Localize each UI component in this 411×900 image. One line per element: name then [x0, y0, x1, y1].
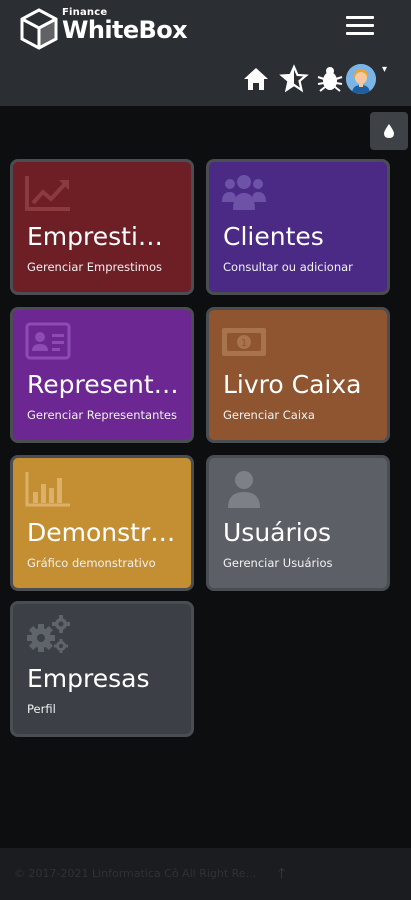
- tile-title: Demonstrativo: [27, 518, 185, 547]
- tile-subtitle: Gerenciar Usuários: [223, 556, 333, 570]
- tile-subtitle: Gerenciar Representantes: [27, 408, 177, 422]
- tile-clientes[interactable]: Clientes Consultar ou adicionar: [206, 159, 390, 295]
- tile-subtitle: Consultar ou adicionar: [223, 260, 353, 274]
- tile-subtitle: Gráfico demonstrativo: [27, 556, 156, 570]
- chart-line-icon: [25, 176, 70, 211]
- tile-livro-caixa[interactable]: 1 Livro Caixa Gerenciar Caixa: [206, 307, 390, 443]
- tile-subtitle: Gerenciar Caixa: [223, 408, 315, 422]
- gears-icon: [27, 615, 70, 653]
- tile-usuarios[interactable]: Usuários Gerenciar Usuários: [206, 455, 390, 591]
- tile-empresas[interactable]: Empresas Perfil: [10, 601, 194, 737]
- tile-emprestimos[interactable]: Emprestimos Gerenciar Emprestimos: [10, 159, 194, 295]
- users-icon: [222, 175, 266, 210]
- tile-demonstrativo[interactable]: Demonstrativo Gráfico demonstrativo: [10, 455, 194, 591]
- tile-title: Clientes: [223, 222, 324, 251]
- bug-icon[interactable]: [315, 64, 345, 94]
- home-icon[interactable]: [241, 64, 271, 94]
- header-actions: ▾: [211, 62, 411, 98]
- header: Finance WhiteBox ▾: [0, 0, 411, 106]
- theme-toggle-button[interactable]: [370, 112, 408, 150]
- cube-logo-icon: [20, 8, 58, 50]
- tile-title: Livro Caixa: [223, 370, 362, 399]
- caret-down-icon[interactable]: ▾: [382, 64, 387, 75]
- logo[interactable]: Finance WhiteBox: [18, 6, 188, 50]
- user-avatar[interactable]: ▾: [346, 64, 387, 96]
- logo-name-text: WhiteBox: [62, 16, 188, 44]
- id-card-icon: [25, 322, 71, 360]
- money-bill-icon: 1: [222, 328, 266, 356]
- tile-subtitle: Perfil: [27, 702, 56, 716]
- droplet-icon: [384, 124, 394, 138]
- avatar: [346, 64, 376, 94]
- arrow-up-icon[interactable]: 🡑: [278, 863, 285, 887]
- tile-representantes[interactable]: Representantes Gerenciar Representantes: [10, 307, 194, 443]
- tile-title: Emprestimos: [27, 222, 185, 251]
- tile-title: Representantes: [27, 370, 185, 399]
- svg-text:1: 1: [241, 338, 247, 349]
- star-half-icon[interactable]: [279, 64, 309, 94]
- footer: © 2017-2021 Linformatica Cô All Right Re…: [0, 848, 411, 900]
- app-root: Finance WhiteBox ▾ Emprestimos Gerenciar…: [0, 0, 411, 900]
- hamburger-icon[interactable]: [346, 16, 374, 38]
- tile-subtitle: Gerenciar Emprestimos: [27, 260, 163, 274]
- copyright-text: © 2017-2021 Linformatica Cô All Right Re…: [14, 867, 257, 880]
- tile-title: Usuários: [223, 518, 332, 547]
- user-icon: [228, 471, 260, 508]
- tile-title: Empresas: [27, 664, 150, 693]
- bar-chart-icon: [25, 472, 70, 507]
